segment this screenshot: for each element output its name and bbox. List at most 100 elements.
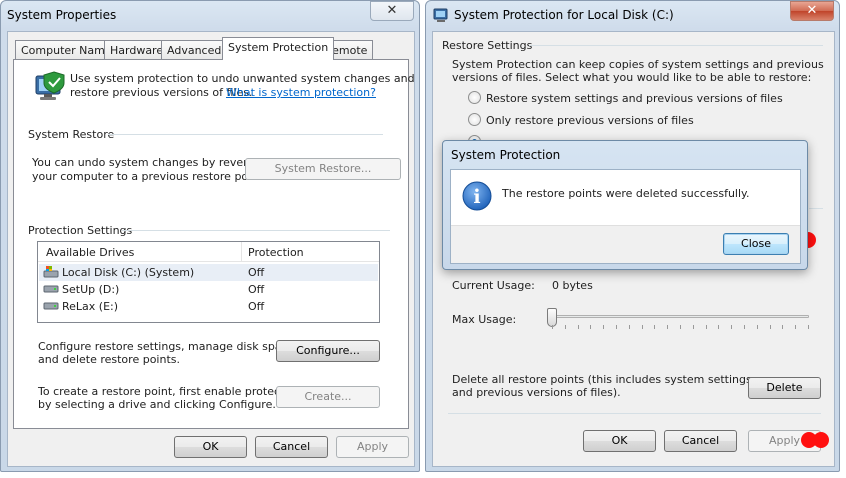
protection-settings-heading: Protection Settings — [28, 224, 133, 237]
close-button[interactable]: ✕ — [370, 1, 414, 21]
drive-name: SetUp (D:) — [62, 283, 120, 296]
slider-tick — [667, 325, 669, 329]
system-properties-window: System Properties ✕ Computer Name Hardwa… — [0, 0, 420, 472]
annotation-dot — [801, 432, 817, 448]
system-drive-icon — [43, 266, 59, 278]
system-restore-desc-line2: your computer to a previous restore poin… — [32, 170, 266, 183]
system-restore-heading: System Restore — [28, 128, 115, 141]
tab-label: Computer Name — [21, 44, 112, 57]
intro-text-line1: Use system protection to undo unwanted s… — [70, 72, 415, 85]
column-protection[interactable]: Protection — [248, 246, 304, 259]
close-dialog-button[interactable]: Close — [723, 233, 789, 255]
current-usage-value: 0 bytes — [552, 279, 593, 292]
close-icon: ✕ — [806, 3, 818, 18]
drive-protection: Off — [248, 283, 265, 296]
slider-tick — [692, 325, 694, 329]
restore-settings-desc-line1: System Protection can keep copies of sys… — [452, 58, 824, 71]
restore-files-radio[interactable] — [468, 113, 481, 126]
slider-tick — [769, 325, 771, 329]
restore-all-label[interactable]: Restore system settings and previous ver… — [486, 92, 783, 105]
dialog-body: Computer Name Hardware Advanced System P… — [7, 31, 415, 467]
what-is-system-protection-link[interactable]: What is system protection? — [226, 86, 376, 99]
delete-button[interactable]: Delete — [748, 377, 821, 399]
info-icon: i — [462, 181, 492, 211]
drive-icon — [43, 302, 59, 310]
dialog-title: System Protection — [451, 148, 561, 162]
column-available-drives[interactable]: Available Drives — [46, 246, 134, 259]
cancel-button[interactable]: Cancel — [255, 436, 328, 458]
dialog-footer: Close — [451, 225, 800, 263]
restore-files-label[interactable]: Only restore previous versions of files — [486, 114, 694, 127]
message-dialog: System Protection i The restore points w… — [442, 140, 808, 270]
slider-tick — [552, 325, 553, 329]
window-title: System Properties — [7, 8, 117, 22]
info-glyph: i — [473, 186, 480, 208]
tab-page-system-protection: Use system protection to undo unwanted s… — [13, 59, 415, 429]
slider-tick — [616, 325, 617, 329]
tab-system-protection[interactable]: System Protection — [222, 37, 335, 60]
group-divider — [809, 208, 823, 209]
close-icon: ✕ — [386, 3, 398, 18]
ok-button[interactable]: OK — [583, 430, 656, 452]
ok-button[interactable]: OK — [174, 436, 247, 458]
create-desc-line2: by selecting a drive and clicking Config… — [38, 398, 276, 411]
drive-icon — [43, 285, 59, 293]
tab-label: Advanced — [167, 44, 222, 57]
system-restore-button[interactable]: System Restore... — [245, 158, 401, 180]
configure-desc-line2: and delete restore points. — [38, 353, 180, 366]
restore-settings-heading: Restore Settings — [442, 39, 533, 52]
slider-tick — [705, 325, 707, 329]
slider-tick — [718, 325, 720, 329]
tab-label: System Protection — [228, 41, 329, 54]
current-usage-label: Current Usage: — [452, 279, 535, 292]
drive-protection: Off — [248, 266, 265, 279]
slider-tick — [680, 325, 681, 329]
apply-button[interactable]: Apply — [336, 436, 409, 458]
configure-button[interactable]: Configure... — [276, 340, 380, 362]
tab-advanced[interactable]: Advanced — [161, 40, 228, 60]
drive-name: ReLax (E:) — [62, 300, 119, 313]
slider-tick — [603, 325, 605, 329]
dialog-message: The restore points were deleted successf… — [502, 187, 750, 200]
dialog-content: i The restore points were deleted succes… — [450, 169, 801, 264]
max-usage-slider[interactable] — [547, 307, 813, 331]
create-desc-line1: To create a restore point, first enable … — [38, 385, 302, 398]
configure-desc-line1: Configure restore settings, manage disk … — [38, 340, 298, 353]
tab-hardware[interactable]: Hardware — [104, 40, 170, 60]
list-header: Available Drives Protection — [38, 242, 379, 262]
delete-desc-line2: and previous versions of files). — [452, 386, 621, 399]
drives-list[interactable]: Available Drives Protection Local Disk (… — [37, 241, 380, 323]
slider-track[interactable] — [551, 315, 809, 318]
slider-tick — [654, 325, 656, 329]
drive-protection: Off — [248, 300, 265, 313]
group-divider — [529, 45, 823, 46]
window-title: System Protection for Local Disk (C:) — [454, 8, 674, 22]
close-button[interactable]: ✕ — [790, 1, 834, 21]
slider-tick — [641, 325, 643, 329]
slider-tick — [782, 325, 784, 329]
slider-tick — [590, 325, 592, 329]
table-row[interactable]: Local Disk (C:) (System) Off — [39, 264, 378, 281]
group-divider — [108, 134, 383, 135]
delete-desc-line1: Delete all restore points (this includes… — [452, 373, 752, 386]
cancel-button[interactable]: Cancel — [664, 430, 737, 452]
slider-tick — [731, 325, 733, 329]
table-row[interactable]: SetUp (D:) Off — [39, 281, 378, 298]
column-divider[interactable] — [241, 242, 242, 262]
drive-name: Local Disk (C:) (System) — [62, 266, 195, 279]
tab-label: Hardware — [110, 44, 164, 57]
restore-all-radio[interactable] — [468, 91, 481, 104]
system-restore-desc-line1: You can undo system changes by reverting — [32, 156, 269, 169]
slider-tick — [808, 325, 809, 329]
create-button[interactable]: Create... — [276, 386, 380, 408]
slider-tick — [628, 325, 630, 329]
slider-tick — [564, 325, 566, 329]
tab-computer-name[interactable]: Computer Name — [15, 40, 118, 60]
slider-tick — [744, 325, 745, 329]
system-properties-icon — [433, 8, 448, 22]
restore-settings-desc-line2: versions of files. Select what you would… — [452, 71, 812, 84]
table-row[interactable]: ReLax (E:) Off — [39, 298, 378, 315]
slider-tick — [756, 325, 758, 329]
max-usage-label: Max Usage: — [452, 313, 517, 326]
computer-shield-icon — [35, 71, 65, 100]
